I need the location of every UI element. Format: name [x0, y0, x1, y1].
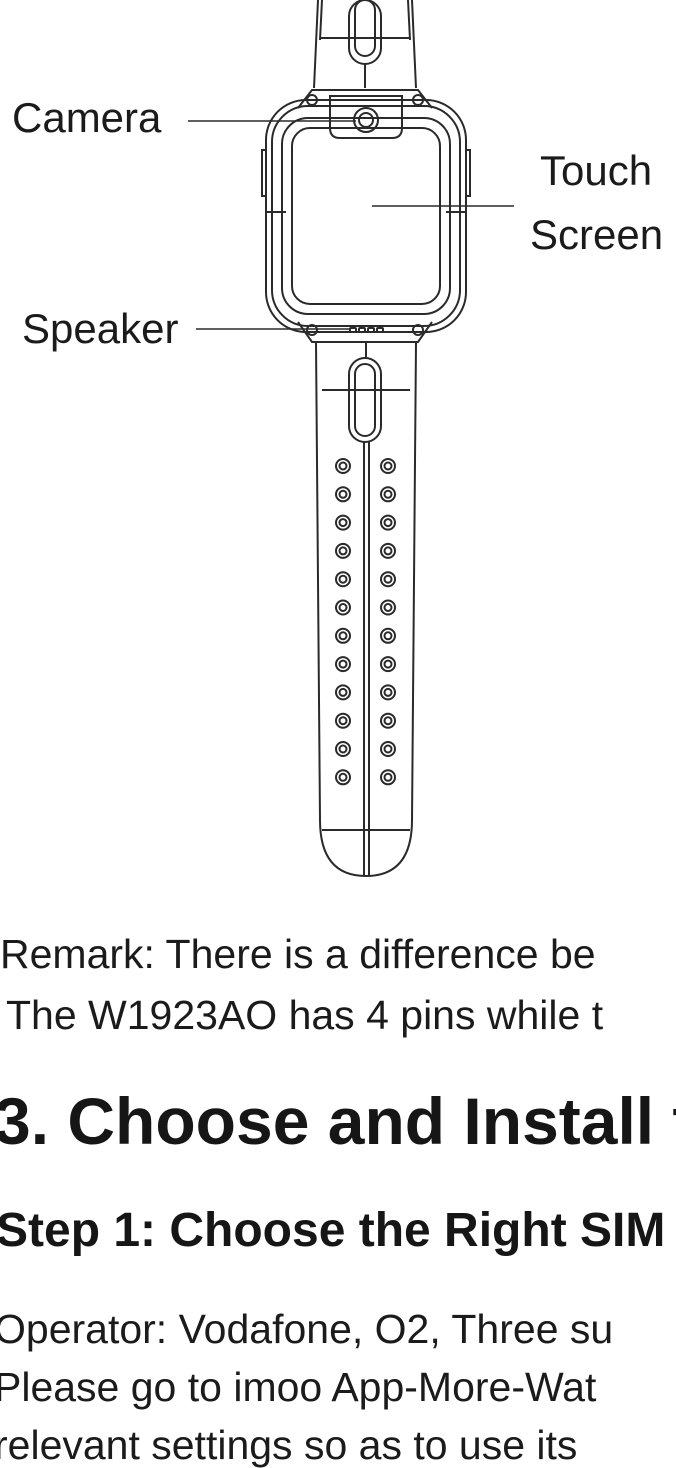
strap-hole-inner	[383, 574, 393, 584]
strap-hole	[380, 712, 396, 729]
strap-hole	[335, 458, 351, 474]
camera-label: Camera	[12, 94, 162, 141]
strap-hole	[335, 684, 351, 701]
strap-hole-inner	[383, 716, 393, 726]
strap-hole-inner	[383, 546, 393, 556]
strap-hole	[335, 627, 351, 644]
strap-hole-inner	[383, 772, 393, 782]
strap-hole-inner	[338, 461, 348, 471]
strap-hole	[335, 514, 351, 531]
step-heading: Step 1: Choose the Right SIM	[0, 1204, 666, 1257]
strap-hole	[380, 656, 396, 673]
watch-bezel	[281, 117, 451, 315]
touch-screen	[291, 127, 441, 305]
strap-hole	[335, 712, 351, 729]
strap-holes	[335, 458, 396, 786]
speaker-label: Speaker	[22, 305, 179, 352]
remark-line-1: Remark: There is a difference be	[0, 931, 596, 977]
strap-hole-inner	[383, 744, 393, 754]
strap-hole-inner	[338, 744, 348, 754]
touch-label: Touch	[540, 147, 653, 194]
strap-hole	[380, 571, 396, 588]
strap-hole-inner	[383, 659, 393, 669]
body-line-3: relevant settings so as to use its	[0, 1422, 578, 1468]
strap-hole	[380, 514, 396, 531]
strap-hole	[335, 656, 351, 673]
strap-hole	[335, 599, 351, 616]
strap-hole-inner	[338, 518, 348, 528]
strap-hole-inner	[338, 659, 348, 669]
section-title: 3. Choose and Install t	[0, 1084, 676, 1158]
upper-strap	[313, 0, 417, 89]
strap-hole-inner	[383, 603, 393, 612]
remark-line-2: The W1923AO has 4 pins while t	[6, 992, 604, 1038]
strap-hole	[335, 486, 351, 503]
strap-hole-inner	[338, 631, 348, 641]
strap-hole-inner	[383, 631, 393, 641]
strap-hole	[380, 741, 396, 757]
strap-hole	[380, 458, 396, 474]
strap-hole-inner	[383, 461, 393, 471]
strap-hole-inner	[338, 574, 348, 584]
strap-hole-inner	[383, 518, 393, 528]
strap-hole	[335, 571, 351, 588]
strap-hole	[380, 684, 396, 701]
strap-hole-inner	[338, 772, 348, 782]
strap-hole	[380, 486, 396, 503]
strap-hole	[380, 542, 396, 559]
strap-hole-inner	[383, 489, 393, 499]
strap-hole	[335, 769, 351, 786]
strap-hole-inner	[338, 546, 348, 556]
body-line-1: Operator: Vodafone, O2, Three su	[0, 1306, 614, 1352]
strap-hole-inner	[338, 489, 348, 499]
lower-strap	[315, 341, 417, 878]
strap-hole	[380, 627, 396, 644]
strap-hole-inner	[338, 716, 348, 726]
strap-hole	[335, 542, 351, 559]
strap-hole-inner	[338, 687, 348, 697]
strap-hole	[380, 769, 396, 786]
screen-label: Screen	[530, 211, 664, 258]
strap-hole	[335, 741, 351, 757]
strap-hole-inner	[383, 687, 393, 697]
body-line-2: Please go to imoo App-More-Wat	[0, 1364, 597, 1410]
strap-hole	[380, 599, 396, 616]
strap-hole-inner	[338, 603, 348, 612]
